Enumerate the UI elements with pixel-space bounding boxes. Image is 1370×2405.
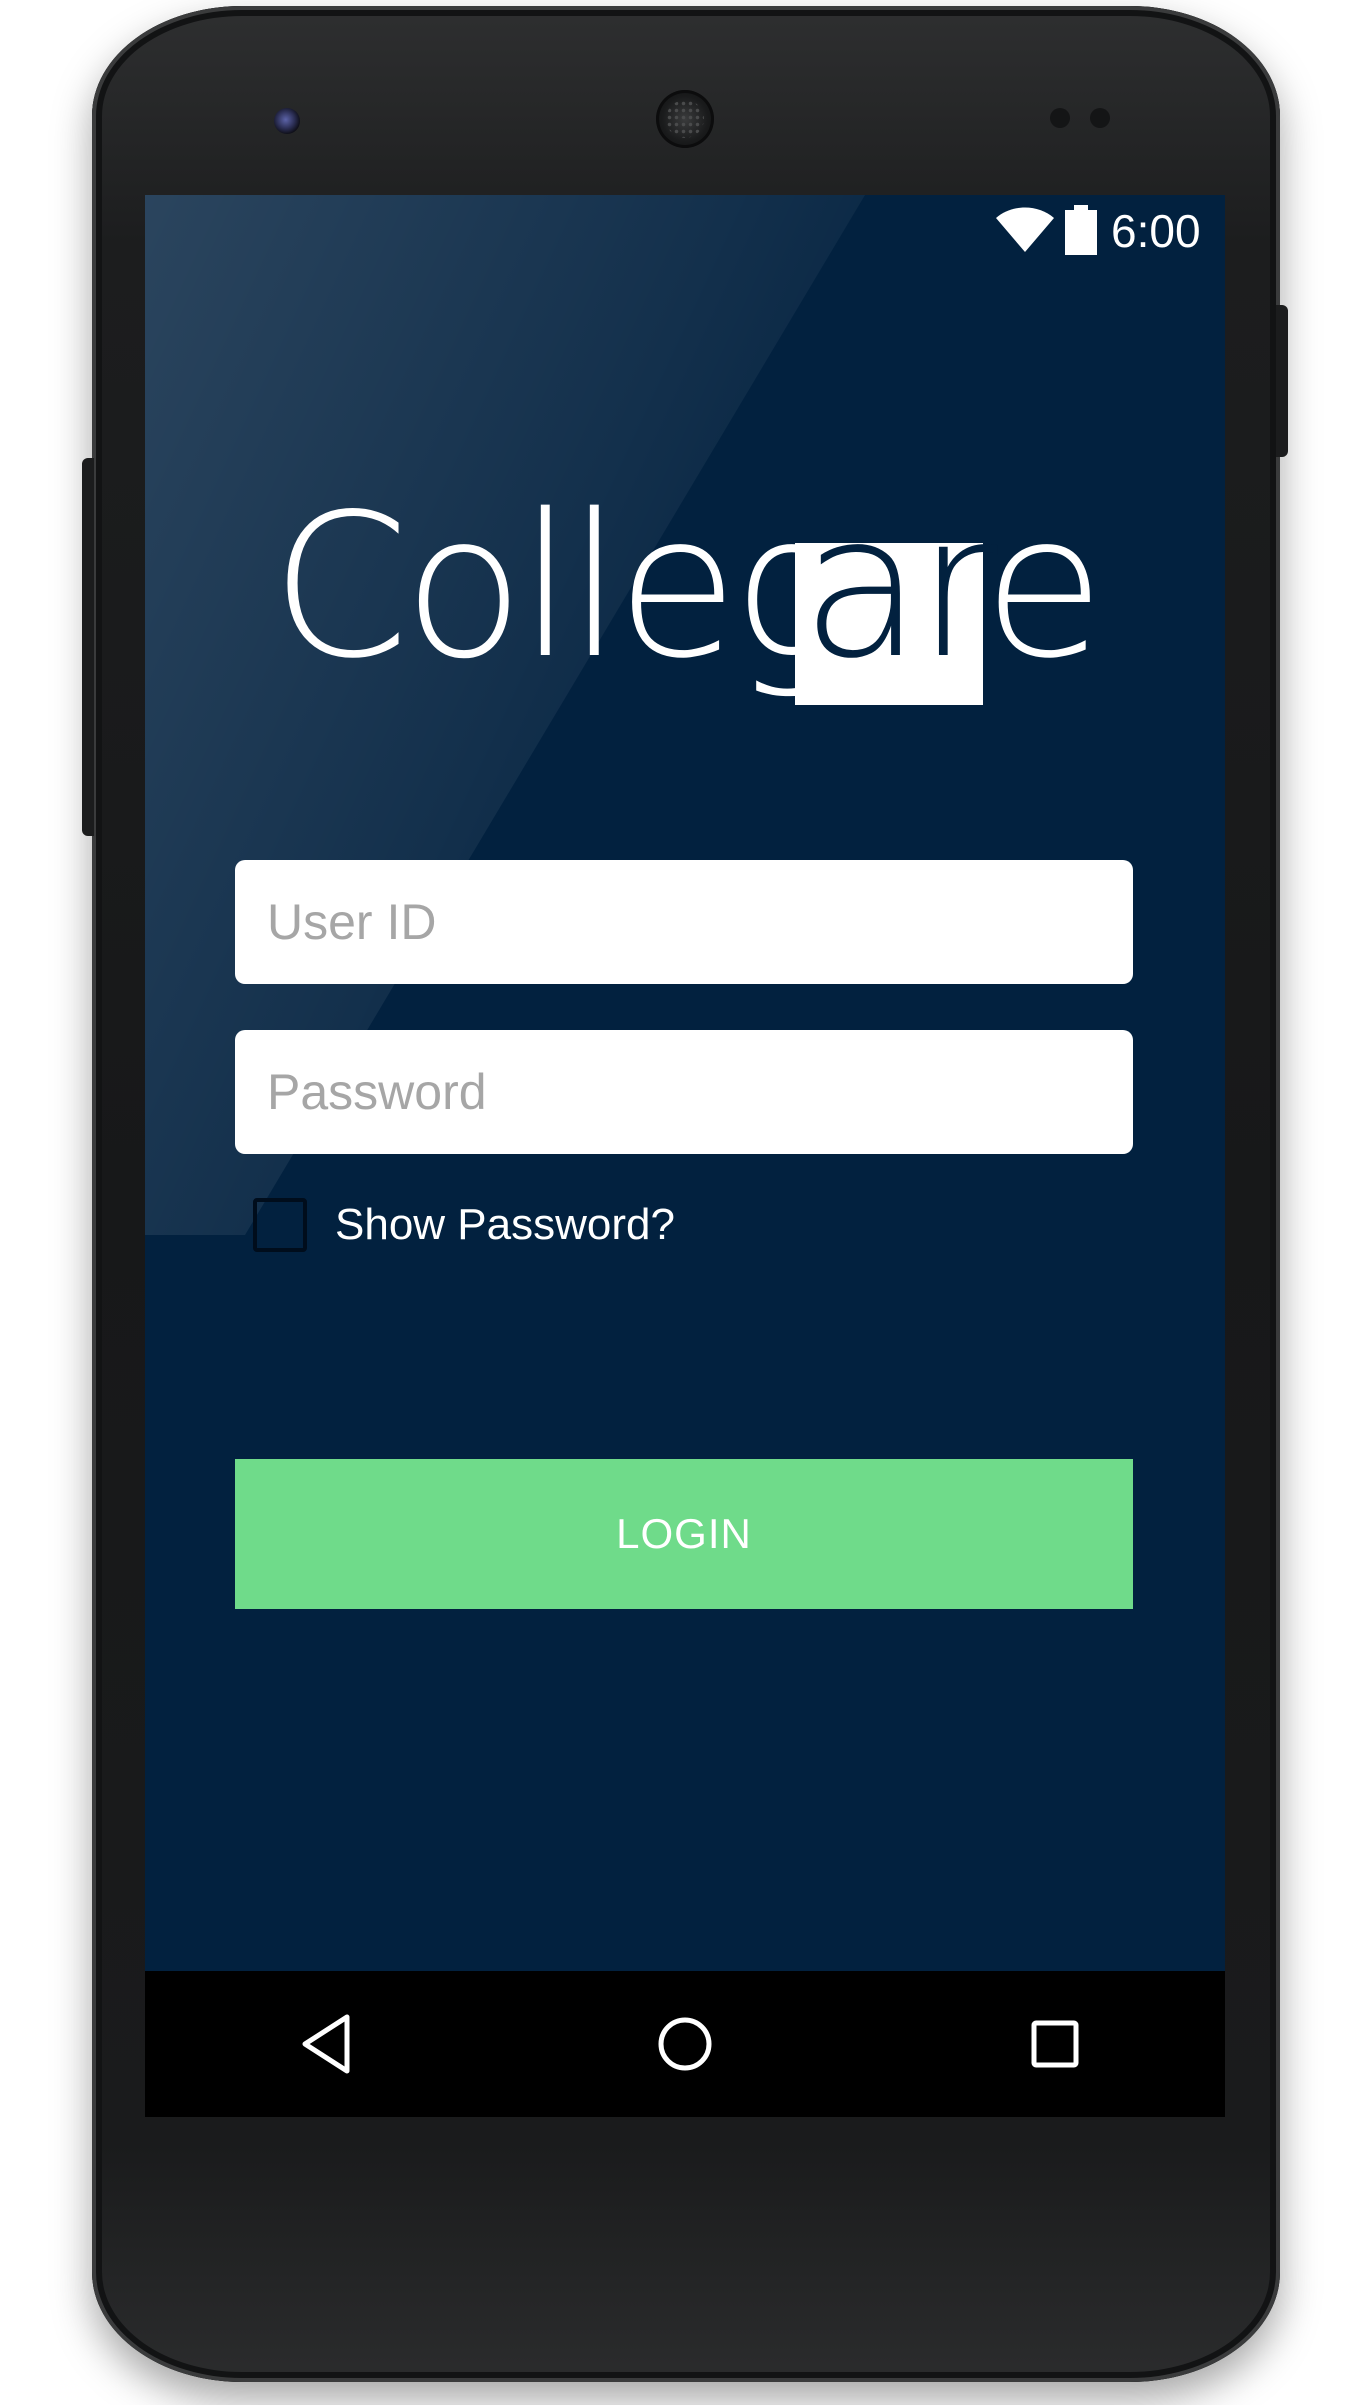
app-screen: 6:00 Colleg ar e Show Password? LOGIN — [145, 195, 1225, 2117]
logo-text-after: e — [983, 495, 1101, 702]
volume-button — [82, 458, 94, 836]
navigation-bar — [145, 1971, 1225, 2117]
show-password-label: Show Password? — [335, 1200, 675, 1249]
logo-text-boxed: ar — [801, 495, 998, 702]
recent-apps-icon[interactable] — [1020, 2009, 1090, 2079]
front-camera — [274, 108, 300, 134]
light-sensor — [1090, 108, 1110, 128]
home-icon[interactable] — [650, 2009, 720, 2079]
status-bar: 6:00 — [145, 195, 1225, 270]
back-icon[interactable] — [295, 2009, 365, 2079]
password-field[interactable] — [235, 1030, 1133, 1154]
power-button — [1276, 305, 1288, 457]
password-input[interactable] — [265, 1030, 1103, 1154]
collegare-logo: Colleg ar e — [271, 495, 1101, 705]
proximity-sensor — [1050, 108, 1070, 128]
status-time: 6:00 — [1111, 205, 1201, 257]
wifi-icon — [996, 207, 1054, 252]
show-password-checkbox[interactable] — [253, 1198, 307, 1252]
user-id-field[interactable] — [235, 860, 1133, 984]
login-button[interactable]: LOGIN — [235, 1459, 1133, 1609]
earpiece-speaker — [656, 90, 714, 148]
show-password-option[interactable]: Show Password? — [253, 1195, 675, 1255]
battery-icon — [1065, 205, 1097, 255]
user-id-input[interactable] — [265, 860, 1103, 984]
logo-text-before: Colleg — [271, 495, 845, 702]
